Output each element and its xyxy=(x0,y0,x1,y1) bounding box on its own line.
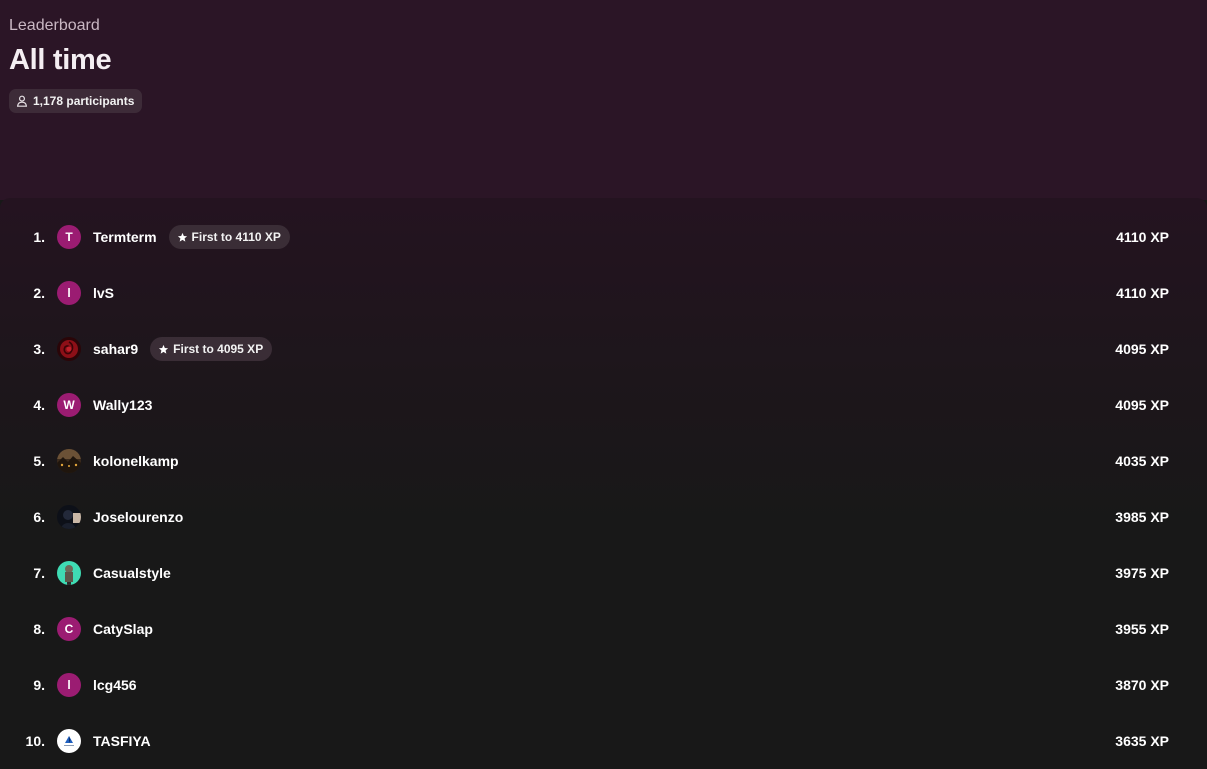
xp-score: 3985 XP xyxy=(1115,509,1169,525)
section-label: Leaderboard xyxy=(9,17,100,34)
player-name[interactable]: sahar9 xyxy=(93,341,138,357)
player-name[interactable]: Casualstyle xyxy=(93,565,171,581)
avatar[interactable] xyxy=(57,337,81,361)
player-name[interactable]: kolonelkamp xyxy=(93,453,179,469)
achievement-badge: First to 4095 XP xyxy=(150,337,273,361)
rank-number: 6. xyxy=(33,509,45,525)
leaderboard-row[interactable]: 9. l lcg456 3870 XP xyxy=(0,657,1207,713)
avatar-initial: W xyxy=(63,398,75,412)
leaderboard-row[interactable]: 5. kolonelkamp 4035 XP xyxy=(0,433,1207,489)
star-icon xyxy=(177,232,188,243)
player-info: Joselourenzo xyxy=(93,489,183,545)
player-info: kolonelkamp xyxy=(93,433,179,489)
player-name[interactable]: Termterm xyxy=(93,229,157,245)
leaderboard-row[interactable]: 2. l lvS 4110 XP xyxy=(0,265,1207,321)
xp-score: 4095 XP xyxy=(1115,341,1169,357)
avatar[interactable]: T xyxy=(57,225,81,249)
player-name[interactable]: lvS xyxy=(93,285,114,301)
avatar[interactable] xyxy=(57,729,81,753)
avatar-initial: C xyxy=(64,622,74,636)
rank-number: 1. xyxy=(33,229,45,245)
player-info: Wally123 xyxy=(93,377,152,433)
avatar[interactable] xyxy=(57,505,81,529)
rank-number: 3. xyxy=(33,341,45,357)
player-name[interactable]: Joselourenzo xyxy=(93,509,183,525)
rank-number: 9. xyxy=(33,677,45,693)
player-info: CatySlap xyxy=(93,601,153,657)
user-icon xyxy=(16,95,28,107)
achievement-label: First to 4095 XP xyxy=(173,342,264,356)
player-info: TASFIYA xyxy=(93,713,151,769)
xp-score: 4110 XP xyxy=(1116,229,1169,245)
player-name[interactable]: CatySlap xyxy=(93,621,153,637)
leaderboard-row[interactable]: 4. W Wally123 4095 XP xyxy=(0,377,1207,433)
rank-number: 2. xyxy=(33,285,45,301)
avatar[interactable]: W xyxy=(57,393,81,417)
player-info: Casualstyle xyxy=(93,545,171,601)
player-info: lvS xyxy=(93,265,114,321)
participants-count: 1,178 participants xyxy=(33,94,135,108)
player-info: sahar9 First to 4095 XP xyxy=(93,321,273,377)
leaderboard-row[interactable]: 3. sahar9 First to 4095 XP 4095 XP xyxy=(0,321,1207,377)
achievement-badge: First to 4110 XP xyxy=(168,225,290,249)
leaderboard-row[interactable]: 8. C CatySlap 3955 XP xyxy=(0,601,1207,657)
player-info: lcg456 xyxy=(93,657,137,713)
xp-score: 3870 XP xyxy=(1115,677,1169,693)
rank-number: 7. xyxy=(33,565,45,581)
avatar[interactable]: l xyxy=(57,673,81,697)
achievement-label: First to 4110 XP xyxy=(191,230,281,244)
rank-number: 10. xyxy=(25,733,45,749)
avatar[interactable]: C xyxy=(57,617,81,641)
xp-score: 3635 XP xyxy=(1115,733,1169,749)
player-name[interactable]: Wally123 xyxy=(93,397,152,413)
avatar[interactable] xyxy=(57,561,81,585)
leaderboard-row[interactable]: 6. Joselourenzo 3985 XP xyxy=(0,489,1207,545)
leaderboard-row[interactable]: 10. TASFIYA 3635 XP xyxy=(0,713,1207,769)
rank-number: 4. xyxy=(33,397,45,413)
avatar-initial: T xyxy=(65,230,73,244)
leaderboard-row[interactable]: 1. T Termterm First to 4110 XP 4110 XP xyxy=(0,209,1207,265)
page-title: All time xyxy=(9,44,112,76)
avatar-initial: l xyxy=(67,678,71,692)
xp-score: 4035 XP xyxy=(1115,453,1169,469)
player-info: Termterm First to 4110 XP xyxy=(93,209,290,265)
xp-score: 3975 XP xyxy=(1115,565,1169,581)
leaderboard-row[interactable]: 7. Casualstyle 3975 XP xyxy=(0,545,1207,601)
star-icon xyxy=(158,344,169,355)
participants-badge: 1,178 participants xyxy=(9,89,143,113)
avatar-initial: l xyxy=(67,286,71,300)
xp-score: 3955 XP xyxy=(1115,621,1169,637)
avatar[interactable] xyxy=(57,449,81,473)
rank-number: 8. xyxy=(33,621,45,637)
xp-score: 4110 XP xyxy=(1116,285,1169,301)
avatar[interactable]: l xyxy=(57,281,81,305)
rank-number: 5. xyxy=(33,453,45,469)
leaderboard-list: 1. T Termterm First to 4110 XP 4110 XP 2. l lvS… xyxy=(0,198,1207,765)
leaderboard-header: Leaderboard All time 1,178 participants xyxy=(0,0,1207,200)
xp-score: 4095 XP xyxy=(1115,397,1169,413)
player-name[interactable]: lcg456 xyxy=(93,677,137,693)
player-name[interactable]: TASFIYA xyxy=(93,733,151,749)
